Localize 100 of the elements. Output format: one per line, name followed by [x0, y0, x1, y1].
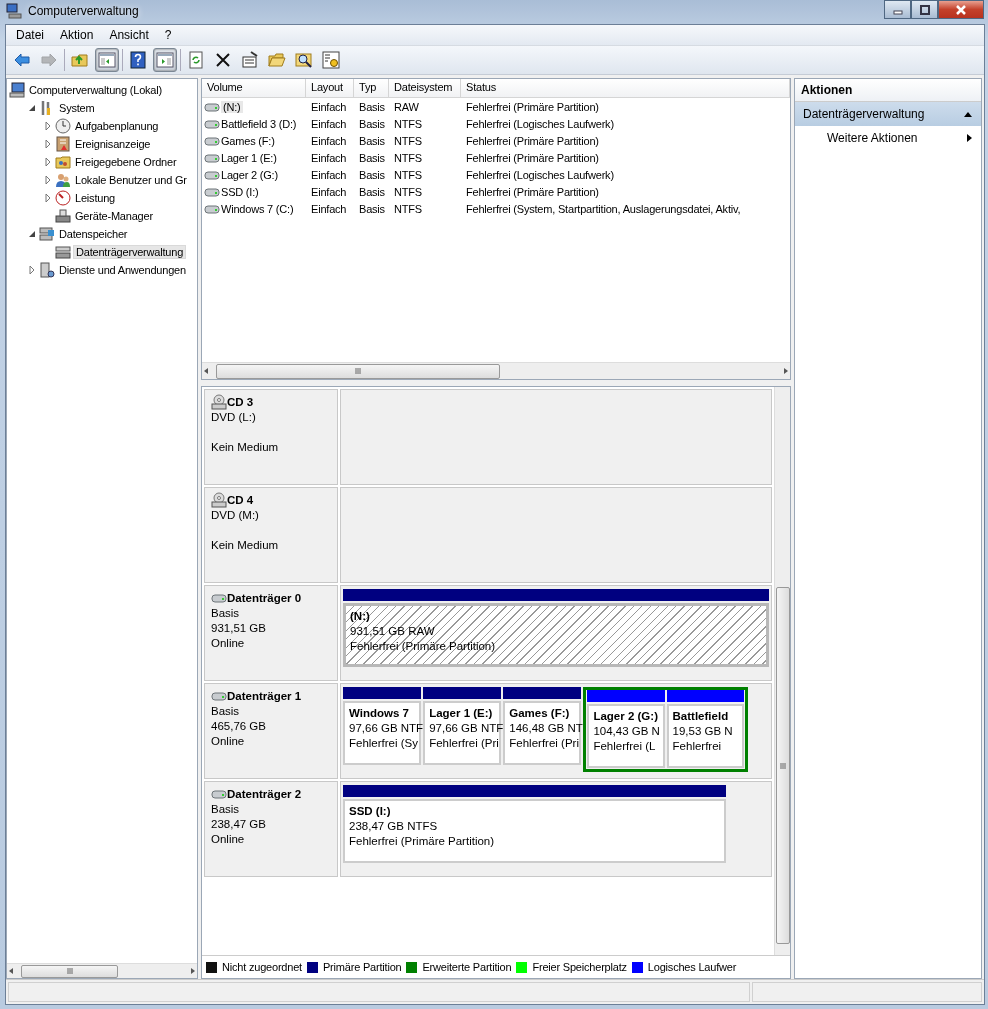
disk-status: Online [211, 734, 246, 749]
vertical-scrollbar[interactable] [774, 387, 790, 955]
disk-size: 465,76 GB [211, 719, 267, 734]
partition-status: Fehlerfrei (Primäre Partition) [349, 834, 495, 849]
collapsed-arrow-icon[interactable] [43, 193, 53, 203]
disk-status: Online [211, 636, 246, 651]
table-cell[interactable]: Lager 2 (G:) [221, 168, 278, 181]
media-status: Kein Medium [211, 440, 280, 455]
column-header[interactable]: Dateisystem [389, 79, 461, 98]
storage-icon [39, 226, 55, 242]
partition[interactable]: (N:) 931,51 GB RAW Fehlerfrei (Primäre Partition) [343, 603, 769, 667]
window-title: Computerverwaltung [28, 4, 140, 18]
legend-label: Logisches Laufwer [647, 961, 737, 973]
partition[interactable]: Lager 1 (E:) 97,66 GB NTF Fehlerfrei (Pri [423, 701, 502, 765]
clock-icon [55, 118, 71, 134]
pane-toggle-icon [98, 51, 116, 69]
partition-status: Fehlerfrei (Sy [349, 736, 419, 751]
pane-toggle-icon [156, 51, 174, 69]
extended-partition[interactable]: Lager 2 (G:) 104,43 GB N Fehlerfrei (L Battlefield 19,53 GB N Fehlerfrei [583, 687, 748, 772]
column-header[interactable]: Typ [354, 79, 389, 98]
table-cell[interactable]: Lager 1 (E:) [221, 151, 277, 164]
column-header[interactable]: Volume [202, 79, 306, 98]
close-button[interactable] [938, 0, 984, 19]
collapsed-arrow-icon[interactable] [43, 175, 53, 185]
pane-toggle-button[interactable] [153, 48, 177, 72]
table-cell-text: Einfach [310, 151, 348, 164]
tree-item[interactable]: Datenträgerverwaltung [73, 245, 187, 259]
refresh-icon [187, 51, 205, 69]
table-cell-text: Einfach [310, 100, 348, 113]
tree-item[interactable]: Aufgabenplanung [73, 119, 161, 133]
partition-status: Fehlerfrei (L [593, 739, 656, 754]
legend-label: Freier Speicherplatz [532, 961, 627, 973]
menu-item[interactable]: Ansicht [101, 26, 157, 44]
disk-size: 931,51 GB [211, 621, 267, 636]
gauge-icon [55, 190, 71, 206]
disk-name: Datenträger 0 [227, 590, 302, 606]
computer-icon [9, 82, 25, 98]
collapsed-arrow-icon[interactable] [43, 157, 53, 167]
partition-label: (N:) [350, 609, 370, 624]
partition-status: Fehlerfrei [672, 739, 722, 754]
disk-name: Datenträger 1 [227, 688, 302, 704]
disk-type: DVD (M:) [211, 508, 260, 523]
expanded-arrow-icon[interactable] [27, 229, 37, 239]
table-cell[interactable]: Battlefield 3 (D:) [221, 117, 297, 130]
folder-up-icon [71, 51, 89, 69]
settings-button[interactable] [319, 48, 343, 72]
column-header[interactable]: Layout [306, 79, 354, 98]
expanded-arrow-icon[interactable] [27, 103, 37, 113]
table-cell-text: Einfach [310, 117, 348, 130]
menu-item[interactable]: ? [156, 26, 180, 44]
tree-item[interactable]: Dienste und Anwendungen [57, 263, 188, 277]
collapsed-arrow-icon[interactable] [27, 265, 37, 275]
maximize-button[interactable] [911, 0, 938, 19]
tree-item[interactable]: Lokale Benutzer und Gr [73, 173, 189, 187]
horizontal-scrollbar[interactable] [7, 963, 197, 978]
tree-item[interactable]: Datenspeicher [57, 227, 130, 241]
shared-folder-icon [55, 154, 71, 170]
table-cell-text: NTFS [393, 151, 423, 164]
minimize-button[interactable] [884, 0, 911, 19]
table-cell-text: Fehlerfrei (System, Startpartition, Auslagerungsdatei, Aktiv, [465, 202, 742, 215]
tree-item[interactable]: Ereignisanzeige [73, 137, 153, 151]
partition-size: 104,43 GB N [593, 724, 660, 739]
tree-item[interactable]: Freigegebene Ordner [73, 155, 179, 169]
table-cell-text: Basis [358, 185, 386, 198]
column-header[interactable]: Status [461, 79, 790, 98]
tree-item[interactable]: System [57, 101, 97, 115]
table-cell[interactable]: SSD (I:) [221, 185, 259, 198]
pane-toggle-button[interactable] [95, 48, 119, 72]
disk-status: Online [211, 832, 246, 847]
partition-label: Windows 7 [349, 706, 409, 721]
disk-name: CD 4 [227, 492, 254, 508]
table-cell[interactable]: (N:) [221, 100, 243, 113]
table-cell-text: Basis [358, 134, 386, 147]
menu-item[interactable]: Datei [8, 26, 52, 44]
tree-item[interactable]: Geräte-Manager [73, 209, 155, 223]
disk-drive-icon [55, 244, 71, 260]
section-header[interactable]: Datenträgerverwaltung [795, 102, 981, 126]
partition[interactable]: Games (F:) 146,48 GB NT Fehlerfrei (Pri [503, 701, 582, 765]
table-cell[interactable]: Games (F:) [221, 134, 275, 147]
partition[interactable]: Windows 7 97,66 GB NTF Fehlerfrei (Sy [343, 701, 422, 765]
partition-status: Fehlerfrei (Pri [429, 736, 499, 751]
action-item[interactable]: Weitere Aktionen [795, 126, 981, 150]
partition[interactable]: SSD (I:) 238,47 GB NTFS Fehlerfrei (Primäre Partition) [343, 799, 727, 863]
table-cell[interactable]: Windows 7 (C:) [221, 202, 294, 215]
back-arrow-icon [13, 51, 31, 69]
table-cell-text: Basis [358, 151, 386, 164]
horizontal-scrollbar[interactable] [202, 362, 790, 379]
forward-arrow-icon [40, 51, 58, 69]
partition[interactable]: Battlefield 19,53 GB N Fehlerfrei [666, 704, 744, 768]
collapsed-arrow-icon[interactable] [43, 121, 53, 131]
partition[interactable]: Lager 2 (G:) 104,43 GB N Fehlerfrei (L [587, 704, 665, 768]
maximize-icon [918, 4, 931, 15]
menu-item[interactable]: Aktion [52, 26, 102, 44]
table-cell-text: RAW [393, 100, 420, 113]
tree-item[interactable]: Leistung [73, 191, 117, 205]
disk-size: 238,47 GB [211, 817, 267, 832]
partition-size: 238,47 GB NTFS [349, 819, 438, 834]
collapsed-arrow-icon[interactable] [43, 139, 53, 149]
tree-item[interactable]: Computerverwaltung (Lokal) [27, 83, 164, 97]
optical-drive-icon [211, 492, 227, 508]
